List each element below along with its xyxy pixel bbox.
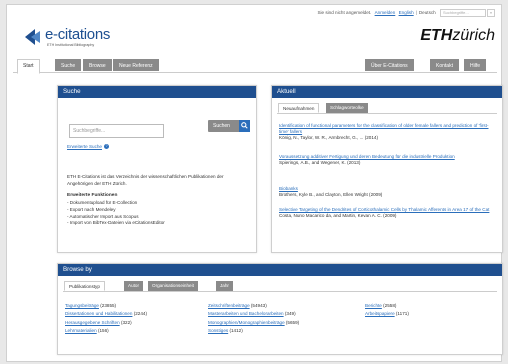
nav-kontakt[interactable]: Kontakt: [430, 59, 459, 71]
subtab-divider: [277, 113, 497, 114]
extended-functions-title: Erweiterte Funktionen: [67, 193, 118, 198]
extended-functions-list: - Dokumentupload für E-Collection - Expo…: [67, 200, 165, 227]
publication-authors: König, N., Taylor, W. R., Armbrecht, G.,…: [279, 135, 378, 141]
list-item: Sonstiges (1412): [208, 327, 299, 335]
eth-logo-bold: ETH: [420, 27, 453, 44]
list-item: Biobanks Brothers, Kyle B., and Clayton,…: [279, 186, 497, 198]
browse-link[interactable]: Tagungsbeiträge: [65, 303, 99, 308]
suche-panel-heading: Suche: [58, 86, 256, 98]
tab-jahr[interactable]: Jahr: [216, 281, 233, 291]
tab-autor[interactable]: Autor: [124, 281, 143, 291]
browse-link[interactable]: Zeitschriftenbeiträge: [208, 303, 250, 308]
list-item: Berichte (2558): [365, 302, 409, 310]
header-search-button[interactable]: »: [487, 9, 495, 17]
login-status: Sie sind nicht angemeldet.: [317, 10, 372, 16]
browse-count: (349): [284, 311, 296, 317]
login-link[interactable]: Anmelden: [375, 10, 396, 15]
list-item: Masterarbeiten und Bachelorarbeiten (349…: [208, 310, 299, 318]
search-button-label: Suchen: [213, 123, 230, 129]
browse-count: (156): [97, 328, 109, 334]
list-item: - Export nach Mendeley: [67, 206, 116, 212]
eth-logo-rest: zürich: [452, 27, 495, 44]
list-item: - Import von BibTex-Dateien via eCitatio…: [67, 220, 165, 226]
advanced-search-label: Erweiterte Suche: [67, 144, 102, 149]
list-item: Tagungsbeiträge (23855): [65, 302, 147, 310]
publication-authors: Brothers, Kyle B., and Clayton, Ellen Wr…: [279, 192, 383, 198]
tab-suche[interactable]: Suche: [55, 59, 82, 71]
browse-count: (1412): [229, 328, 243, 334]
lang-separator: |: [415, 10, 417, 16]
description-text: ETH E-Citations ist das Verzeichnis der …: [67, 174, 224, 186]
lang-english-link[interactable]: English: [399, 10, 414, 15]
list-item: Monographien/Monographienbeiträge (5659): [208, 319, 299, 327]
browse-link[interactable]: Lehrmaterialien: [65, 328, 97, 333]
list-item: Identification of functional parameters …: [279, 123, 497, 142]
eth-zurich-logo[interactable]: ETHzürich: [420, 27, 495, 45]
search-icon: [239, 120, 250, 132]
tab-neuaufnahmen[interactable]: Neuaufnahmen: [278, 103, 320, 113]
logo-title: e-citations: [45, 26, 111, 43]
browse-count: (322): [120, 319, 132, 325]
top-bar-right: Sie sind nicht angemeldet. Anmelden Engl…: [317, 9, 495, 17]
tab-organisationseinheit[interactable]: Organisationseinheit: [148, 281, 198, 291]
help-icon[interactable]: ?: [103, 144, 109, 150]
publication-authors: Costa, Nuno Macarico da, and Martin, Kev…: [279, 213, 397, 219]
browse-link[interactable]: Herausgegebene Schriften: [65, 320, 120, 325]
browse-link[interactable]: Dissertationen und Habilitationen: [65, 311, 132, 316]
list-item: Herausgegebene Schriften (322): [65, 319, 147, 327]
list-item: Voraussetzung additiver Fertigung und de…: [279, 154, 497, 166]
advanced-search-link[interactable]: Erweiterte Suche?: [67, 144, 109, 150]
browse-link[interactable]: Berichte: [365, 303, 382, 308]
main-nav: Start Suche Browse Neue Referenz Über E-…: [13, 57, 497, 74]
top-bar: Sie sind nicht angemeldet. Anmelden Engl…: [7, 5, 501, 19]
list-item: Lehrmaterialien (156): [65, 327, 147, 335]
list-item: Selective Targeting of the Dendrites of …: [279, 207, 497, 219]
list-item: - Dokumentupload für E-Collection: [67, 200, 138, 205]
browse-count: (2558): [383, 303, 397, 308]
browse-column-2: Zeitschriftenbeiträge (54943) Masterarbe…: [208, 302, 299, 336]
browse-panel-heading: Browse by: [58, 264, 502, 276]
list-item: - Automatischer Import aus Scopus: [67, 213, 139, 219]
list-item: Zeitschriftenbeiträge (54943): [208, 302, 299, 310]
browse-panel: Browse by Publikationstyp Autor Organisa…: [57, 263, 503, 355]
search-button[interactable]: Suchen: [208, 120, 250, 132]
browse-count: (2244): [133, 311, 147, 317]
list-item: Dissertationen und Habilitationen (2244): [65, 310, 147, 318]
browse-column-3: Berichte (2558) Arbeitspapiere (1171): [365, 302, 409, 319]
publication-authors: Spierings, A.B., and Wegener, K. (2013): [279, 160, 361, 166]
tab-browse[interactable]: Browse: [83, 59, 112, 71]
publication-link[interactable]: Identification of functional parameters …: [279, 123, 497, 135]
browse-count: (23855): [100, 303, 117, 308]
logo-subtitle: ETH Institutional Bibliography: [47, 43, 95, 47]
subtab-divider: [63, 291, 497, 292]
browse-count: (1171): [395, 311, 409, 317]
browse-count: (5659): [285, 319, 300, 325]
nav-hilfe[interactable]: Hilfe: [464, 59, 487, 71]
e-citations-logo-icon: [25, 29, 40, 45]
tab-publikationstyp[interactable]: Publikationstyp: [64, 281, 105, 291]
page: Sie sind nicht angemeldet. Anmelden Engl…: [6, 4, 503, 362]
list-item: Arbeitspapiere (1171): [365, 310, 409, 318]
lang-current: Deutsch: [418, 10, 436, 16]
browse-link[interactable]: Sonstiges: [208, 328, 228, 333]
nav-ueber-e-citations[interactable]: Über E-Citations: [365, 59, 414, 71]
search-input[interactable]: Suchbegriffe...: [69, 124, 164, 138]
aktuell-panel-heading: Aktuell: [272, 86, 502, 98]
browse-link[interactable]: Monographien/Monographienbeiträge: [208, 320, 285, 325]
header-search-input[interactable]: Suchbegriffe...: [440, 9, 486, 17]
e-citations-logo[interactable]: e-citations ETH Institutional Bibliograp…: [23, 25, 143, 49]
tab-start[interactable]: Start: [17, 59, 40, 74]
browse-count: (54943): [250, 303, 267, 308]
browse-link[interactable]: Arbeitspapiere: [365, 311, 395, 316]
tab-schlagwortwolke[interactable]: Schlagworteolke: [326, 103, 368, 113]
browse-column-1: Tagungsbeiträge (23855) Dissertationen u…: [65, 302, 147, 336]
tab-neue-referenz[interactable]: Neue Referenz: [113, 59, 159, 71]
suche-panel: Suche Suchbegriffe... Suchen Erweiterte …: [57, 85, 257, 253]
aktuell-panel: Aktuell Neuaufnahmen Schlagworteolke Ide…: [271, 85, 503, 253]
browse-link[interactable]: Masterarbeiten und Bachelorarbeiten: [208, 311, 284, 316]
